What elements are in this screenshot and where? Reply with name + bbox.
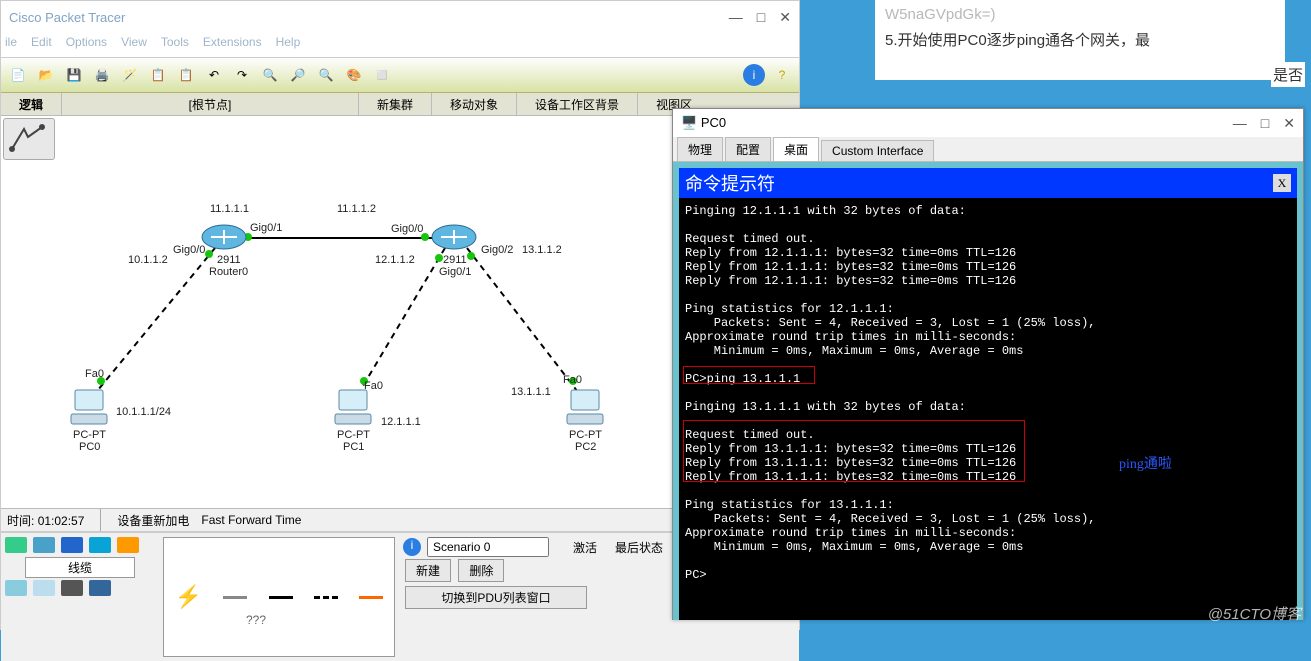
menu-view[interactable]: View xyxy=(121,35,147,55)
paste-icon[interactable]: 📋 xyxy=(175,64,197,86)
conn-cross-icon[interactable] xyxy=(314,596,338,599)
cmd-close-button[interactable]: X xyxy=(1273,174,1291,192)
info-icon[interactable]: i xyxy=(743,64,765,86)
toggle-pdu-button[interactable]: 切换到PDU列表窗口 xyxy=(405,586,587,609)
menu-help[interactable]: Help xyxy=(276,35,301,55)
dev-connection-icon[interactable] xyxy=(117,537,139,553)
dev-hub-icon[interactable] xyxy=(61,537,83,553)
tab-physical[interactable]: 物理 xyxy=(677,137,723,161)
pc2-device[interactable] xyxy=(563,386,607,433)
highlight-replies xyxy=(683,420,1025,482)
menu-bar: ile Edit Options View Tools Extensions H… xyxy=(1,33,799,57)
cmd-titlebar: 命令提示符 X xyxy=(679,168,1297,198)
pc0-tabs: 物理 配置 桌面 Custom Interface xyxy=(673,137,1303,162)
watermark: @51CTO博客 xyxy=(1208,603,1301,624)
workspace-bg[interactable]: 设备工作区背景 xyxy=(517,93,638,115)
info-small-icon[interactable]: i xyxy=(403,538,421,556)
dev-end4-icon[interactable] xyxy=(89,580,111,596)
menu-file[interactable]: ile xyxy=(5,35,17,55)
pc0-close-icon[interactable]: ✕ xyxy=(1283,115,1295,132)
doc-fragment: 是否 xyxy=(1271,62,1305,87)
pc1-device[interactable] xyxy=(331,386,375,433)
auto-conn-icon[interactable]: ⚡ xyxy=(175,584,202,610)
pc0-body: 命令提示符 X Pinging 12.1.1.1 with 32 bytes o… xyxy=(673,162,1303,620)
pc0-window: 🖥️ PC0 — □ ✕ 物理 配置 桌面 Custom Interface 命… xyxy=(672,108,1304,620)
redo-icon[interactable]: ↷ xyxy=(231,64,253,86)
shape-icon[interactable]: ◻️ xyxy=(371,64,393,86)
sim-time: 01:02:57 xyxy=(38,514,85,528)
minimize-icon[interactable]: — xyxy=(729,9,743,26)
pt-titlebar: Cisco Packet Tracer — □ ✕ xyxy=(1,1,799,33)
root-node[interactable]: [根节点] xyxy=(62,93,359,115)
fast-forward[interactable]: Fast Forward Time xyxy=(201,513,301,527)
unknown-label: ??? xyxy=(246,613,266,627)
close-icon[interactable]: ✕ xyxy=(779,9,791,26)
menu-tools[interactable]: Tools xyxy=(161,35,189,55)
menu-options[interactable]: Options xyxy=(66,35,107,55)
copy-icon[interactable]: 📋 xyxy=(147,64,169,86)
tab-config[interactable]: 配置 xyxy=(725,137,771,161)
annotation-note: ping通啦 xyxy=(1119,458,1172,472)
dev-router-icon[interactable] xyxy=(5,537,27,553)
dev-wireless-icon[interactable] xyxy=(89,537,111,553)
new-file-icon[interactable]: 📄 xyxy=(7,64,29,86)
terminal[interactable]: Pinging 12.1.1.1 with 32 bytes of data: … xyxy=(679,198,1297,620)
menu-extensions[interactable]: Extensions xyxy=(203,35,262,55)
zoom-out-icon[interactable]: 🔍 xyxy=(315,64,337,86)
maximize-icon[interactable]: □ xyxy=(757,9,765,26)
palette-icon[interactable]: 🎨 xyxy=(343,64,365,86)
save-icon[interactable]: 💾 xyxy=(63,64,85,86)
dev-end2-icon[interactable] xyxy=(33,580,55,596)
palette-label: 线缆 xyxy=(25,557,135,578)
menu-edit[interactable]: Edit xyxy=(31,35,52,55)
highlight-ping-cmd xyxy=(683,366,815,384)
dev-end3-icon[interactable] xyxy=(61,580,83,596)
device-palette: 线缆 xyxy=(1,533,159,661)
conn-fiber-icon[interactable] xyxy=(359,596,383,599)
zoom-in-icon[interactable]: 🔍 xyxy=(259,64,281,86)
pc-icon: 🖥️ xyxy=(681,115,697,130)
pc0-titlebar: 🖥️ PC0 — □ ✕ xyxy=(673,109,1303,137)
scenario-delete-button[interactable]: 删除 xyxy=(458,559,504,582)
toolbar: 📄 📂 💾 🖨️ 🪄 📋 📋 ↶ ↷ 🔍 🔎 🔍 🎨 ◻️ i ? xyxy=(1,57,799,93)
pt-title-text: Cisco Packet Tracer xyxy=(9,10,125,25)
wizard-icon[interactable]: 🪄 xyxy=(119,64,141,86)
dev-switch-icon[interactable] xyxy=(33,537,55,553)
zoom-reset-icon[interactable]: 🔎 xyxy=(287,64,309,86)
move-object[interactable]: 移动对象 xyxy=(432,93,517,115)
conn-console-icon[interactable] xyxy=(223,596,247,599)
conn-straight-icon[interactable] xyxy=(269,596,293,599)
print-icon[interactable]: 🖨️ xyxy=(91,64,113,86)
power-cycle[interactable]: 设备重新加电 xyxy=(117,512,189,529)
scenario-new-button[interactable]: 新建 xyxy=(405,559,451,582)
pc0-minimize-icon[interactable]: — xyxy=(1233,115,1247,132)
dev-end1-icon[interactable] xyxy=(5,580,27,596)
undo-icon[interactable]: ↶ xyxy=(203,64,225,86)
pc0-maximize-icon[interactable]: □ xyxy=(1261,115,1269,132)
new-cluster[interactable]: 新集群 xyxy=(359,93,432,115)
connection-palette: ⚡ xyxy=(163,537,395,657)
router1[interactable] xyxy=(431,222,477,255)
scenario-select[interactable] xyxy=(427,537,549,557)
logic-tab[interactable]: 逻辑 xyxy=(1,93,62,115)
help-icon[interactable]: ? xyxy=(771,64,793,86)
background-document: W5naGVpdGk=) 5.开始使用PC0逐步ping通各个网关，最 xyxy=(875,0,1285,80)
router0[interactable] xyxy=(201,222,247,255)
tab-custom[interactable]: Custom Interface xyxy=(821,140,934,161)
pc0-device[interactable] xyxy=(67,386,111,433)
open-file-icon[interactable]: 📂 xyxy=(35,64,57,86)
tab-desktop[interactable]: 桌面 xyxy=(773,137,819,161)
